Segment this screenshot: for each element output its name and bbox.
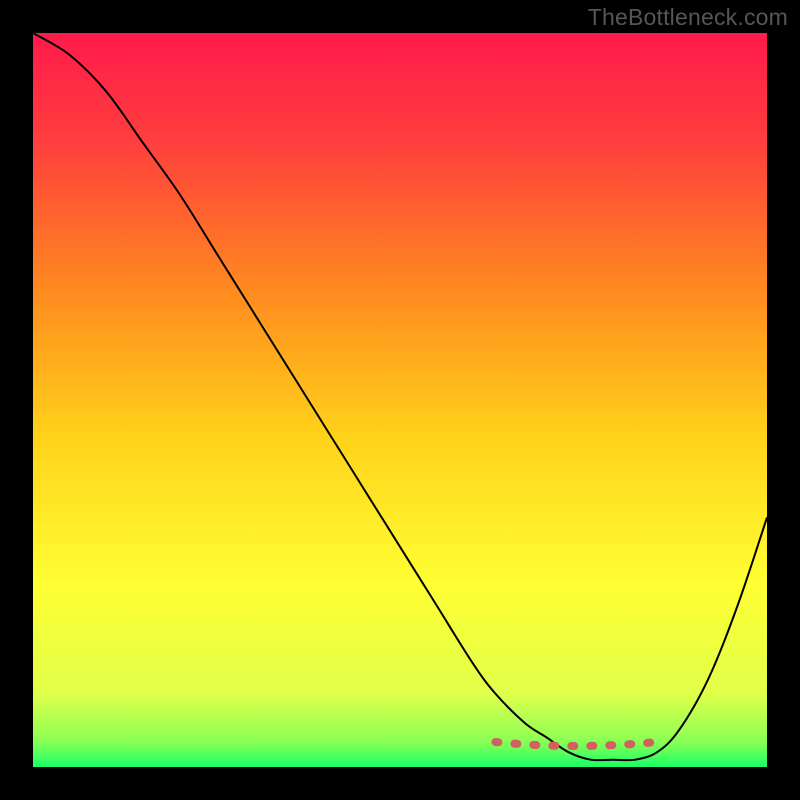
- bottleneck-curve-chart: [33, 33, 767, 767]
- optimal-range-marker: [495, 742, 656, 746]
- chart-frame: TheBottleneck.com: [0, 0, 800, 800]
- watermark-text: TheBottleneck.com: [588, 4, 788, 31]
